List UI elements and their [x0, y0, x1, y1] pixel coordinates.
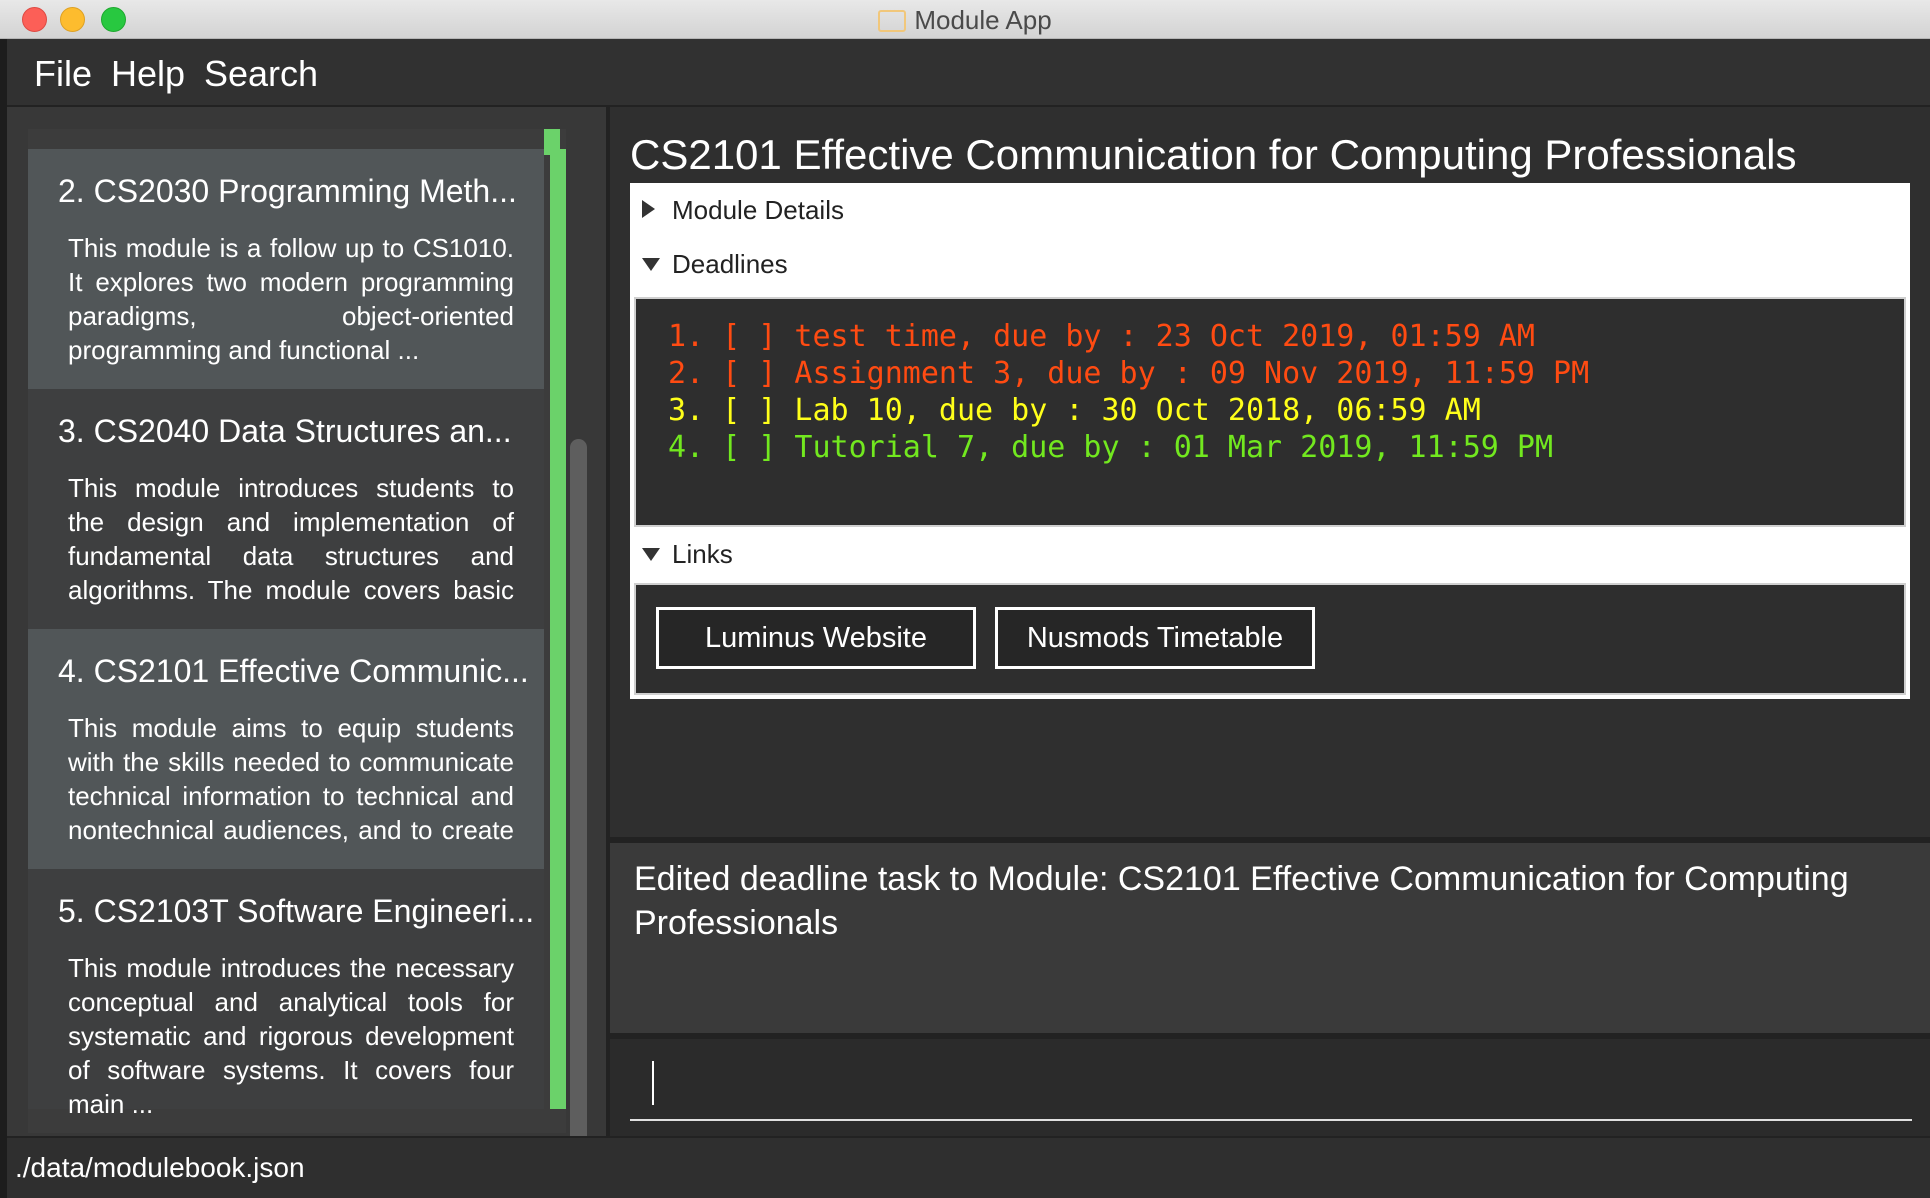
module-card[interactable]: 2. CS2030 Programming Meth... This modul… — [28, 149, 566, 389]
module-details-header[interactable]: Module Details — [630, 183, 1910, 237]
window-title: Module App — [0, 5, 1930, 36]
deadline-item: 3. [ ] Lab 10, due by : 30 Oct 2018, 06:… — [668, 393, 1481, 428]
chevron-down-icon — [642, 258, 660, 271]
module-card-description: This module aims to equip students with … — [68, 713, 514, 879]
deadline-item: 2. [ ] Assignment 3, due by : 09 Nov 201… — [668, 356, 1590, 391]
module-list-scrollbar[interactable] — [567, 129, 589, 1198]
card-accent-bar — [550, 869, 566, 1109]
links-header[interactable]: Links — [630, 527, 1910, 581]
section-label: Module Details — [672, 195, 844, 225]
status-bar: ./data/modulebook.json — [7, 1136, 1930, 1198]
text-caret — [652, 1061, 654, 1105]
card-accent-bar — [550, 629, 566, 869]
deadline-item: 4. [ ] Tutorial 7, due by : 01 Mar 2019,… — [668, 430, 1554, 465]
section-label: Deadlines — [672, 249, 788, 279]
window-left-edge — [0, 39, 7, 1198]
menu-file[interactable]: File — [34, 53, 92, 95]
module-list[interactable]: 2. CS2030 Programming Meth... This modul… — [28, 129, 566, 1133]
window-title-text: Module App — [914, 5, 1052, 35]
result-display: Edited deadline task to Module: CS2101 E… — [610, 843, 1930, 1033]
module-card-description: This module introduces the necessary con… — [68, 953, 514, 1119]
module-card-title: 2. CS2030 Programming Meth... — [58, 173, 517, 209]
module-card-title: 4. CS2101 Effective Communic... — [58, 653, 529, 689]
app-window: Module App File Help Search 2. CS2030 Pr… — [0, 0, 1930, 1198]
module-accordion: Module Details Deadlines 1. [ ] test tim… — [630, 183, 1910, 699]
chevron-down-icon — [642, 548, 660, 561]
module-card[interactable]: 5. CS2103T Software Engineeri... This mo… — [28, 869, 566, 1119]
title-bar: Module App — [0, 0, 1930, 39]
menu-help[interactable]: Help — [111, 53, 185, 95]
deadline-item: 1. [ ] test time, due by : 23 Oct 2019, … — [668, 319, 1535, 354]
module-card-title: 3. CS2040 Data Structures an... — [58, 413, 512, 449]
module-list-panel: 2. CS2030 Programming Meth... This modul… — [7, 107, 606, 1198]
card-accent-bar — [550, 389, 566, 629]
module-card-selected[interactable]: 4. CS2101 Effective Communic... This mod… — [28, 629, 566, 879]
command-box — [610, 1039, 1930, 1136]
module-card[interactable]: 3. CS2040 Data Structures an... This mod… — [28, 389, 566, 639]
menu-search[interactable]: Search — [204, 53, 318, 95]
status-file-path: ./data/modulebook.json — [15, 1152, 305, 1183]
chevron-right-icon — [642, 200, 655, 218]
menu-bar: File Help Search — [7, 39, 1930, 107]
command-input[interactable] — [630, 1045, 1912, 1121]
app-icon — [878, 10, 907, 32]
module-card-description: This module is a follow up to CS1010. It… — [68, 233, 514, 365]
module-card-description: This module introduces students to the d… — [68, 473, 514, 639]
nusmods-timetable-button[interactable]: Nusmods Timetable — [995, 607, 1315, 669]
luminus-website-button[interactable]: Luminus Website — [656, 607, 976, 669]
links-container: Luminus Website Nusmods Timetable — [634, 583, 1906, 695]
section-label: Links — [672, 539, 733, 569]
module-card-title: 5. CS2103T Software Engineeri... — [58, 893, 535, 929]
module-detail-title: CS2101 Effective Communication for Compu… — [630, 131, 1797, 178]
result-message: Edited deadline task to Module: CS2101 E… — [634, 860, 1849, 942]
deadline-list: 1. [ ] test time, due by : 23 Oct 2019, … — [634, 297, 1906, 527]
card-accent-bar — [550, 149, 566, 389]
module-detail-panel: CS2101 Effective Communication for Compu… — [610, 107, 1930, 837]
deadlines-header[interactable]: Deadlines — [630, 237, 1910, 291]
scrollbar-thumb[interactable] — [570, 439, 587, 1198]
